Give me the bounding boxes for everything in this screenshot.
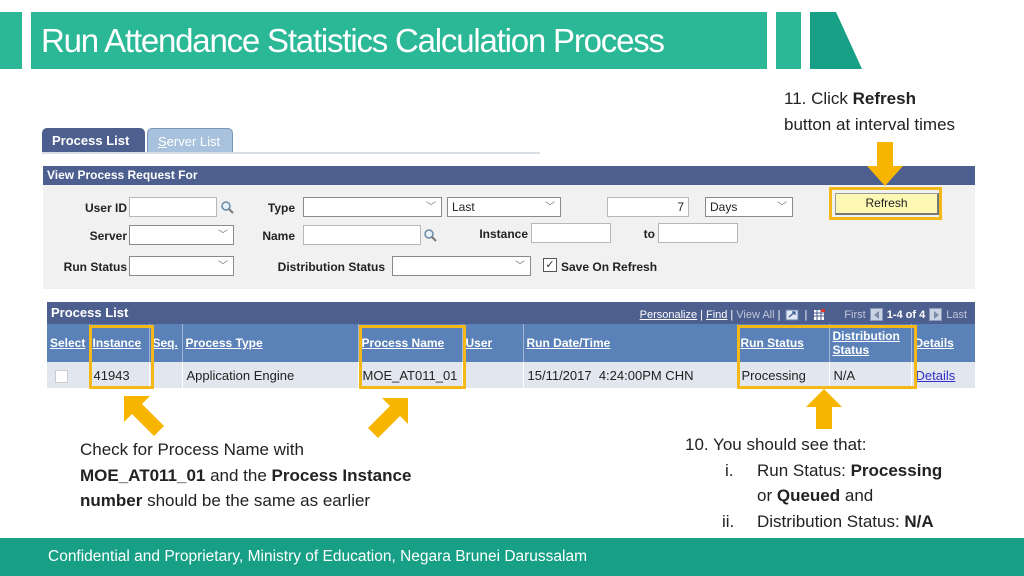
first-link[interactable]: First [844,309,865,321]
tab-process-list[interactable]: Process List [42,128,145,153]
save-on-refresh-label: Save On Refresh [561,260,658,274]
step10-callout: 10. You should see that: i. Run Status: … [685,432,1015,534]
chevron-down-icon: ﹀ [218,230,228,241]
next-arrow-icon[interactable] [929,308,943,321]
run-datetime-cell: 15/11/2017 4:24:00PM CHN [522,362,737,388]
col-details[interactable]: Details [910,324,975,362]
server-select[interactable]: ﹀ [129,225,234,245]
chevron-down-icon: ﹀ [515,261,525,272]
instance-highlight [89,325,154,389]
refresh-highlight [829,187,942,220]
chevron-down-icon: ﹀ [777,202,787,213]
up-arrow-icon [806,389,842,429]
view-all-link[interactable]: View All [736,309,774,321]
details-cell: Details [910,362,975,388]
row-select-checkbox[interactable] [55,369,68,383]
run-status-label: Run Status [63,260,127,274]
name-input[interactable] [303,225,421,245]
period-count-input[interactable]: 7 [607,197,689,217]
user-id-label: User ID [84,201,127,215]
personalize-link[interactable]: Personalize [640,309,697,321]
instance-label: Instance [479,227,528,241]
process-list-header: Process List Personalize | Find | View A… [47,302,975,324]
chevron-down-icon: ﹀ [218,261,228,272]
process-name-highlight [359,325,466,389]
period-unit-select[interactable]: Days ﹀ [705,197,793,217]
tab-divider [42,152,540,154]
status-highlight [737,325,917,389]
decorative-bar-left [0,12,22,69]
step11-callout: 11. Click Refresh button at interval tim… [784,89,956,134]
find-link[interactable]: Find [706,309,727,321]
instance-from-input[interactable] [531,223,611,243]
row-select-cell [47,362,89,388]
instance-to-input[interactable] [658,223,738,243]
name-lookup-icon[interactable] [423,228,437,242]
name-label: Name [262,229,295,243]
row-range: 1-4 of 4 [886,308,926,321]
up-left-arrow-icon [124,396,164,436]
step10-item1: i. Run Status: Processing or Queued and [725,460,943,506]
download-grid-icon[interactable] [812,308,826,321]
tab-bar: Process List Server List [42,128,235,153]
col-run-datetime[interactable]: Run Date/Time [522,324,737,362]
col-select[interactable]: Select [47,324,89,362]
user-id-input[interactable] [129,197,217,217]
down-arrow-icon [867,142,903,186]
process-type-cell: Application Engine [181,362,358,388]
server-label: Server [89,229,127,243]
slide-title: Run Attendance Statistics Calculation Pr… [31,12,767,69]
new-window-icon[interactable] [785,309,799,321]
distribution-status-select[interactable]: ﹀ [392,256,531,276]
type-select[interactable]: ﹀ [303,197,442,217]
chevron-down-icon: ﹀ [545,202,555,213]
decorative-wedge [810,12,862,69]
slide-footer: Confidential and Proprietary, Ministry o… [0,538,1024,576]
save-on-refresh-checkbox[interactable]: ✓ [543,258,557,272]
decorative-bar-right [776,12,801,69]
user-id-lookup-icon[interactable] [220,200,234,214]
type-label: Type [267,201,295,215]
previous-arrow-icon[interactable] [869,308,883,321]
details-link[interactable]: Details [916,368,956,383]
last-link[interactable]: Last [946,309,967,321]
instance-to-label: to [643,227,655,241]
col-user[interactable]: User [461,324,523,362]
distribution-status-label: Distribution Status [277,260,385,274]
tab-server-list[interactable]: Server List [147,128,233,153]
up-right-arrow-icon [368,398,408,438]
period-select[interactable]: Last ﹀ [447,197,561,217]
grid-navigation: Personalize | Find | View All | | First … [639,308,967,321]
user-cell [461,362,523,388]
col-process-type[interactable]: Process Type [181,324,358,362]
step10-item2: ii. Distribution Status: N/A [722,511,934,531]
check-callout: Check for Process Name with MOE_AT011_01… [80,440,412,510]
chevron-down-icon: ﹀ [426,202,436,213]
process-list-title: Process List [51,305,129,320]
view-process-request-header: View Process Request For [43,166,975,185]
run-status-select[interactable]: ﹀ [129,256,234,276]
